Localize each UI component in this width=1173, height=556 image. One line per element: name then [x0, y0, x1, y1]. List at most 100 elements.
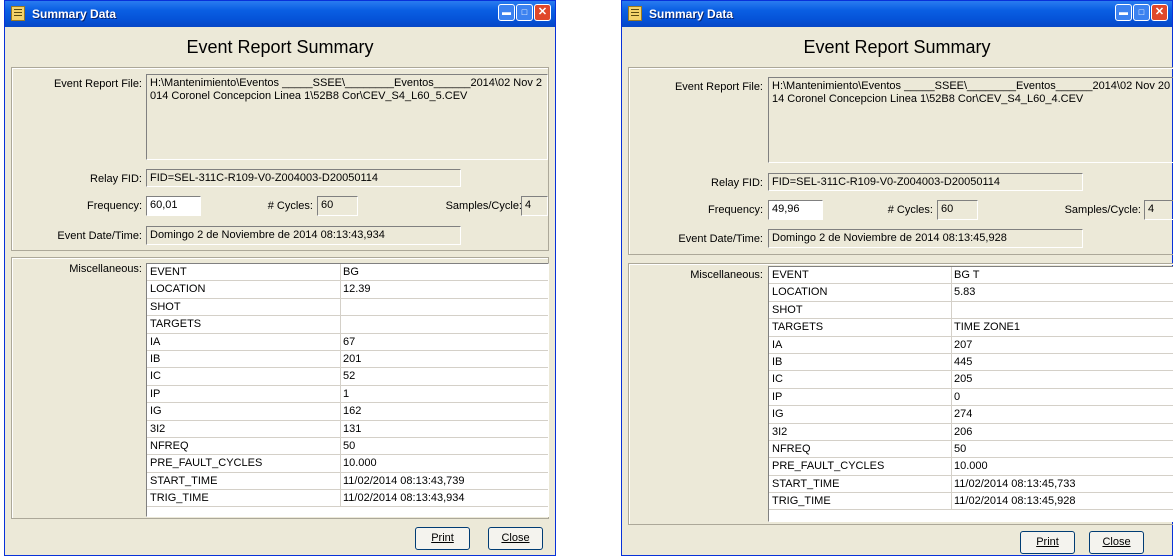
cycles-field[interactable]: 60: [937, 200, 978, 220]
row-value: BG T: [951, 267, 979, 284]
notepad-icon: [628, 6, 642, 21]
datetime-field[interactable]: Domingo 2 de Noviembre de 2014 08:13:45,…: [768, 229, 1083, 248]
frequency-input[interactable]: 60,01: [146, 196, 201, 216]
row-key: PRE_FAULT_CYCLES: [150, 457, 263, 470]
misc-rows: EVENT BG T LOCATION 5.83 SHOT TARGETS TIME ZON…: [769, 267, 1173, 511]
window-title: Summary Data: [32, 7, 117, 21]
table-row[interactable]: TRIG_TIME 11/02/2014 08:13:43,934: [147, 490, 548, 508]
datetime-field[interactable]: Domingo 2 de Noviembre de 2014 08:13:43,…: [146, 226, 461, 245]
cycles-label: # Cycles:: [887, 204, 933, 216]
row-key: IP: [772, 390, 783, 403]
cycles-label: # Cycles:: [267, 200, 313, 212]
row-value: 50: [340, 437, 355, 455]
row-key: TRIG_TIME: [772, 495, 831, 508]
print-button[interactable]: Print: [415, 527, 470, 550]
table-row[interactable]: EVENT BG: [147, 264, 548, 282]
row-value: 1: [340, 385, 349, 403]
table-row[interactable]: IB 445: [769, 353, 1173, 372]
file-path-field[interactable]: H:\Mantenimiento\Eventos _____SSEE\_____…: [146, 74, 548, 160]
title-bar[interactable]: Summary Data ▬ □ ✕: [622, 1, 1172, 27]
samples-field[interactable]: 4: [521, 196, 548, 216]
file-path-field[interactable]: H:\Mantenimiento\Eventos _____SSEE\_____…: [768, 77, 1173, 163]
row-key: NFREQ: [772, 442, 811, 455]
table-row[interactable]: IP 0: [769, 388, 1173, 407]
minimize-icon[interactable]: ▬: [1115, 4, 1132, 21]
table-row[interactable]: LOCATION 12.39: [147, 281, 548, 299]
file-label: Event Report File:: [674, 81, 763, 93]
table-row[interactable]: IG 162: [147, 403, 548, 421]
table-row[interactable]: PRE_FAULT_CYCLES 10.000: [769, 458, 1173, 476]
close-button[interactable]: Close: [488, 527, 543, 550]
samples-field[interactable]: 4: [1144, 200, 1173, 220]
table-row[interactable]: SHOT: [147, 298, 548, 317]
misc-label: Miscellaneous:: [69, 263, 142, 275]
summary-window-1: Summary Data ▬ □ ✕ Event Report Summary Ev…: [4, 0, 556, 556]
table-row[interactable]: IC 205: [769, 371, 1173, 389]
table-row[interactable]: SHOT: [769, 301, 1173, 320]
row-value: 131: [340, 420, 361, 437]
row-value: 206: [951, 423, 972, 440]
table-row[interactable]: NFREQ 50: [147, 437, 548, 456]
row-value: 50: [951, 440, 966, 458]
row-key: START_TIME: [772, 477, 840, 490]
file-label: Event Report File:: [53, 78, 142, 90]
row-key: TRIG_TIME: [150, 492, 209, 505]
close-icon[interactable]: ✕: [1151, 4, 1168, 21]
row-value: 10.000: [340, 455, 377, 472]
row-key: EVENT: [772, 269, 809, 281]
row-key: IC: [772, 373, 783, 386]
table-row[interactable]: IC 52: [147, 368, 548, 386]
row-value: [951, 301, 954, 319]
table-row[interactable]: TARGETS: [147, 316, 548, 334]
table-row[interactable]: 3I2 206: [769, 423, 1173, 441]
minimize-icon[interactable]: ▬: [498, 4, 515, 21]
frequency-label: Frequency:: [707, 204, 763, 216]
relay-fid-field[interactable]: FID=SEL-311C-R109-V0-Z004003-D20050114: [146, 169, 461, 187]
row-value: [340, 298, 343, 316]
frequency-input[interactable]: 49,96: [768, 200, 823, 220]
row-value: 274: [951, 406, 972, 423]
maximize-icon[interactable]: □: [1133, 4, 1150, 21]
table-row[interactable]: PRE_FAULT_CYCLES 10.000: [147, 455, 548, 473]
misc-table[interactable]: EVENT BG LOCATION 12.39 SHOT TARGETS IA 67 IB 201…: [146, 263, 549, 517]
row-value: TIME ZONE1: [951, 319, 1020, 336]
row-key: SHOT: [772, 303, 803, 316]
row-key: IC: [150, 370, 161, 383]
print-button[interactable]: Print: [1020, 531, 1075, 554]
row-value: 12.39: [340, 281, 371, 298]
print-label: Print: [1036, 536, 1059, 548]
report-heading: Event Report Summary: [803, 37, 991, 57]
table-row[interactable]: TARGETS TIME ZONE1: [769, 319, 1173, 337]
cycles-field[interactable]: 60: [317, 196, 358, 216]
relay-fid-field[interactable]: FID=SEL-311C-R109-V0-Z004003-D20050114: [768, 173, 1083, 191]
close-icon[interactable]: ✕: [534, 4, 551, 21]
table-row[interactable]: IA 67: [147, 333, 548, 351]
close-button[interactable]: Close: [1089, 531, 1144, 554]
relay-label: Relay FID:: [711, 177, 763, 189]
report-heading: Event Report Summary: [186, 37, 374, 57]
datetime-label: Event Date/Time:: [57, 230, 142, 242]
row-value: 5.83: [951, 284, 975, 301]
table-row[interactable]: IA 207: [769, 336, 1173, 354]
table-row[interactable]: LOCATION 5.83: [769, 284, 1173, 302]
table-row[interactable]: IB 201: [147, 350, 548, 369]
table-row[interactable]: 3I2 131: [147, 420, 548, 438]
misc-table[interactable]: EVENT BG T LOCATION 5.83 SHOT TARGETS TIME ZON…: [768, 266, 1173, 522]
row-key: LOCATION: [150, 283, 206, 296]
table-row[interactable]: START_TIME 11/02/2014 08:13:43,739: [147, 472, 548, 491]
row-value: BG: [340, 264, 359, 281]
row-value: 67: [340, 333, 355, 350]
title-bar[interactable]: Summary Data ▬ □ ✕: [5, 1, 555, 27]
maximize-icon[interactable]: □: [516, 4, 533, 21]
table-row[interactable]: START_TIME 11/02/2014 08:13:45,733: [769, 475, 1173, 494]
table-row[interactable]: NFREQ 50: [769, 440, 1173, 459]
row-key: NFREQ: [150, 439, 189, 452]
table-row[interactable]: IG 274: [769, 406, 1173, 424]
table-row[interactable]: TRIG_TIME 11/02/2014 08:13:45,928: [769, 493, 1173, 511]
frequency-label: Frequency:: [86, 200, 142, 212]
table-row[interactable]: IP 1: [147, 385, 548, 404]
table-row[interactable]: EVENT BG T: [769, 267, 1173, 285]
row-value: 205: [951, 371, 972, 388]
row-value: 11/02/2014 08:13:43,934: [340, 490, 465, 507]
row-value: 201: [340, 350, 361, 368]
